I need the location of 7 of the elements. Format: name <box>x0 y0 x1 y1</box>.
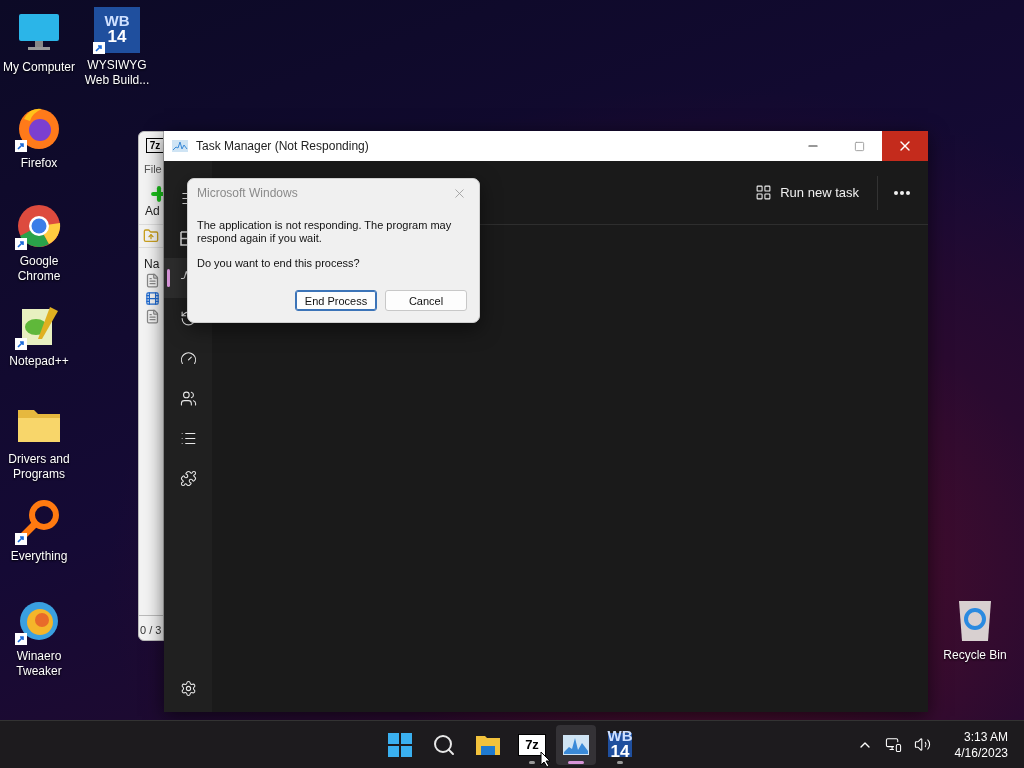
status-text: 0 / 3 <box>140 624 162 636</box>
dialog-message: The application is not responding. The program may respond again if you wait. <box>197 219 453 245</box>
dialog-title: Microsoft Windows <box>197 186 298 200</box>
dialog-question: Do you want to end this process? <box>197 257 361 269</box>
archive-logo-icon: 7z <box>519 734 545 755</box>
wb-logo-icon: WB 14 <box>94 7 140 53</box>
window-title: Task Manager (Not Responding) <box>196 139 370 153</box>
